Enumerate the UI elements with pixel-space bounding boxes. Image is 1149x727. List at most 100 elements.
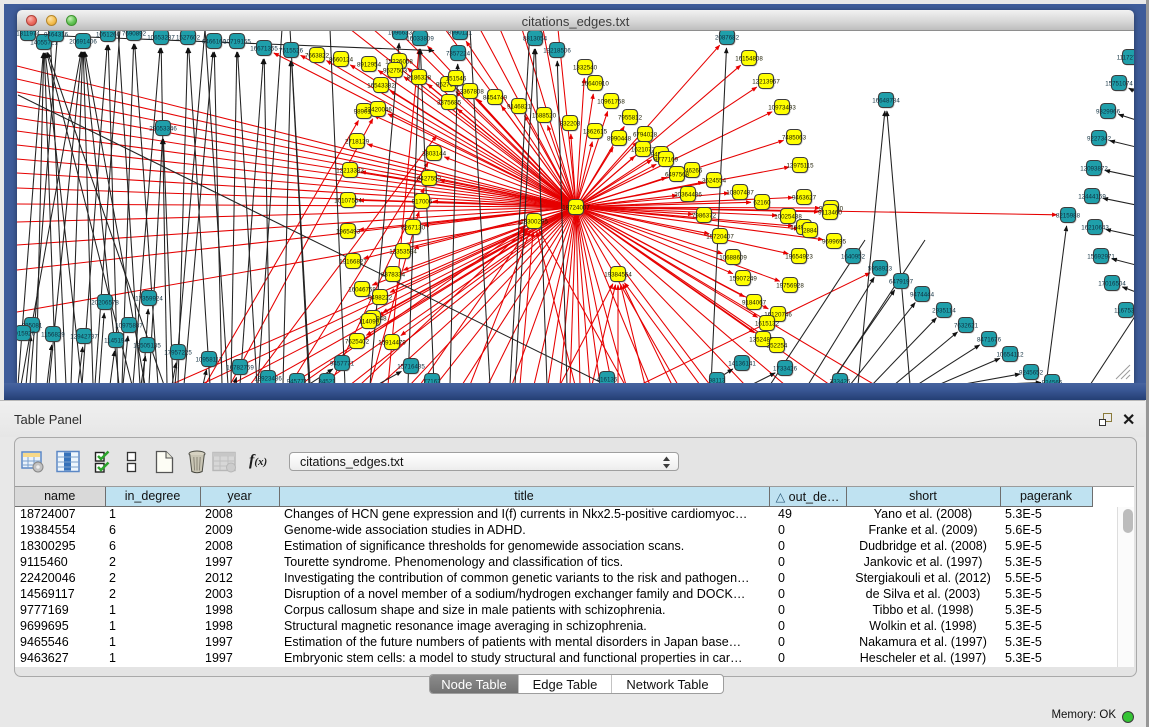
svg-text:15907249: 15907249 <box>729 275 757 282</box>
svg-text:16154808: 16154808 <box>735 55 763 62</box>
svg-text:10653287: 10653287 <box>147 34 175 41</box>
svg-text:1588520: 1588520 <box>532 112 557 119</box>
svg-text:12213383: 12213383 <box>336 167 364 174</box>
svg-text:7485063: 7485063 <box>782 134 807 141</box>
svg-text:9777169: 9777169 <box>654 156 679 163</box>
svg-text:1965493: 1965493 <box>336 228 361 235</box>
svg-text:5958923: 5958923 <box>868 265 893 272</box>
svg-text:6794028: 6794028 <box>633 131 658 138</box>
svg-text:9227342: 9227342 <box>1087 135 1112 142</box>
svg-text:9464316: 9464316 <box>44 31 69 38</box>
svg-text:1167533: 1167533 <box>1114 307 1134 314</box>
svg-text:16640910: 16640910 <box>581 80 609 87</box>
svg-text:29053346: 29053346 <box>149 125 177 132</box>
svg-text:12213967: 12213967 <box>752 78 780 85</box>
svg-text:9474444: 9474444 <box>910 291 935 298</box>
svg-text:7690892: 7690892 <box>122 31 147 37</box>
svg-text:1640952: 1640952 <box>841 253 866 260</box>
svg-text:1615132: 1615132 <box>755 320 780 327</box>
svg-text:19654923: 19654923 <box>785 253 813 260</box>
svg-text:12975115: 12975115 <box>786 162 814 169</box>
svg-text:16671355: 16671355 <box>250 45 278 52</box>
svg-text:1527602: 1527602 <box>176 34 201 41</box>
svg-text:1733426: 1733426 <box>773 365 798 372</box>
svg-text:6479197: 6479197 <box>889 278 914 285</box>
svg-text:20206578: 20206578 <box>91 299 119 306</box>
svg-text:917006: 917006 <box>412 198 433 205</box>
svg-text:9329966: 9329966 <box>1096 108 1121 115</box>
svg-text:10975887: 10975887 <box>115 322 143 329</box>
svg-text:8186328: 8186328 <box>407 74 432 81</box>
svg-text:832203: 832203 <box>560 120 581 127</box>
svg-text:7955812: 7955812 <box>618 114 643 121</box>
svg-text:10025438: 10025438 <box>774 213 802 220</box>
svg-text:16543382: 16543382 <box>367 82 395 89</box>
svg-text:22420046: 22420046 <box>364 106 392 113</box>
svg-text:2884: 2884 <box>803 227 817 234</box>
svg-text:7625402: 7625402 <box>345 338 370 345</box>
svg-text:12093872: 12093872 <box>1080 165 1108 172</box>
svg-text:2803144: 2803144 <box>422 150 447 157</box>
svg-text:1362615: 1362615 <box>583 128 608 135</box>
svg-text:9463627: 9463627 <box>792 194 817 201</box>
svg-text:23367808: 23367808 <box>456 88 484 95</box>
svg-text:9146821: 9146821 <box>507 103 532 110</box>
svg-text:2718129: 2718129 <box>345 138 370 145</box>
svg-text:8990448: 8990448 <box>607 135 632 142</box>
svg-text:12942737: 12942737 <box>70 333 98 340</box>
svg-text:62160: 62160 <box>753 199 771 206</box>
svg-text:16046758: 16046758 <box>348 286 376 293</box>
svg-text:6498222: 6498222 <box>368 294 393 301</box>
svg-text:16210643: 16210643 <box>1081 224 1109 231</box>
svg-text:1051260: 1051260 <box>96 31 121 38</box>
svg-text:8215988: 8215988 <box>1056 212 1081 219</box>
svg-text:19756928: 19756928 <box>776 282 804 289</box>
svg-text:12923486: 12923486 <box>254 375 282 382</box>
svg-text:3375685: 3375685 <box>437 99 462 106</box>
svg-text:18724007: 18724007 <box>562 204 590 211</box>
svg-text:10654112: 10654112 <box>996 351 1024 358</box>
svg-text:7663822: 7663822 <box>305 52 330 59</box>
svg-text:9457771: 9457771 <box>330 360 355 367</box>
svg-text:8813054: 8813054 <box>523 35 548 42</box>
svg-text:14136141: 14136141 <box>728 360 756 367</box>
svg-text:1145194: 1145194 <box>104 337 128 344</box>
svg-text:12353594: 12353594 <box>389 248 417 255</box>
svg-text:11172782: 11172782 <box>1117 54 1134 61</box>
svg-text:114099: 114099 <box>359 318 380 325</box>
svg-text:7632621: 7632621 <box>954 322 979 329</box>
svg-text:10973493: 10973493 <box>768 104 796 111</box>
svg-text:8471676: 8471676 <box>977 336 1002 343</box>
svg-text:18300295: 18300295 <box>520 218 548 225</box>
svg-text:19218506: 19218506 <box>543 47 571 54</box>
svg-text:16033809: 16033809 <box>406 35 434 42</box>
svg-text:416136: 416136 <box>597 376 618 383</box>
svg-text:9245652: 9245652 <box>1019 369 1044 376</box>
svg-text:3915926: 3915926 <box>17 330 36 337</box>
svg-text:15751074: 15751074 <box>1105 80 1133 87</box>
svg-text:15692971: 15692971 <box>1087 253 1115 260</box>
svg-text:9699695: 9699695 <box>822 238 847 245</box>
svg-text:17359924: 17359924 <box>135 295 163 302</box>
svg-text:10958117: 10958117 <box>195 356 223 363</box>
svg-text:10719155: 10719155 <box>223 38 251 45</box>
svg-text:1156829: 1156829 <box>41 331 65 338</box>
svg-text:12444159: 12444159 <box>1078 193 1106 200</box>
svg-text:9184067: 9184067 <box>742 299 767 306</box>
svg-text:20691406: 20691406 <box>69 38 97 45</box>
svg-text:15716485: 15716485 <box>397 363 425 370</box>
svg-text:8427552: 8427552 <box>417 175 442 182</box>
svg-text:3624554: 3624554 <box>702 177 727 184</box>
svg-text:15720407: 15720407 <box>706 233 734 240</box>
svg-text:10961758: 10961758 <box>597 98 625 105</box>
svg-text:7986372: 7986372 <box>692 212 717 219</box>
svg-text:16782759: 16782759 <box>226 364 254 371</box>
svg-text:9113460: 9113460 <box>818 209 842 216</box>
svg-text:8912954: 8912954 <box>357 61 382 68</box>
svg-text:1332540: 1332540 <box>573 64 598 71</box>
svg-text:8660124: 8660124 <box>329 56 354 63</box>
svg-text:17957225: 17957225 <box>164 349 192 356</box>
svg-text:17016504: 17016504 <box>1098 280 1126 287</box>
svg-text:19384554: 19384554 <box>604 271 632 278</box>
svg-text:8878334: 8878334 <box>381 271 406 278</box>
